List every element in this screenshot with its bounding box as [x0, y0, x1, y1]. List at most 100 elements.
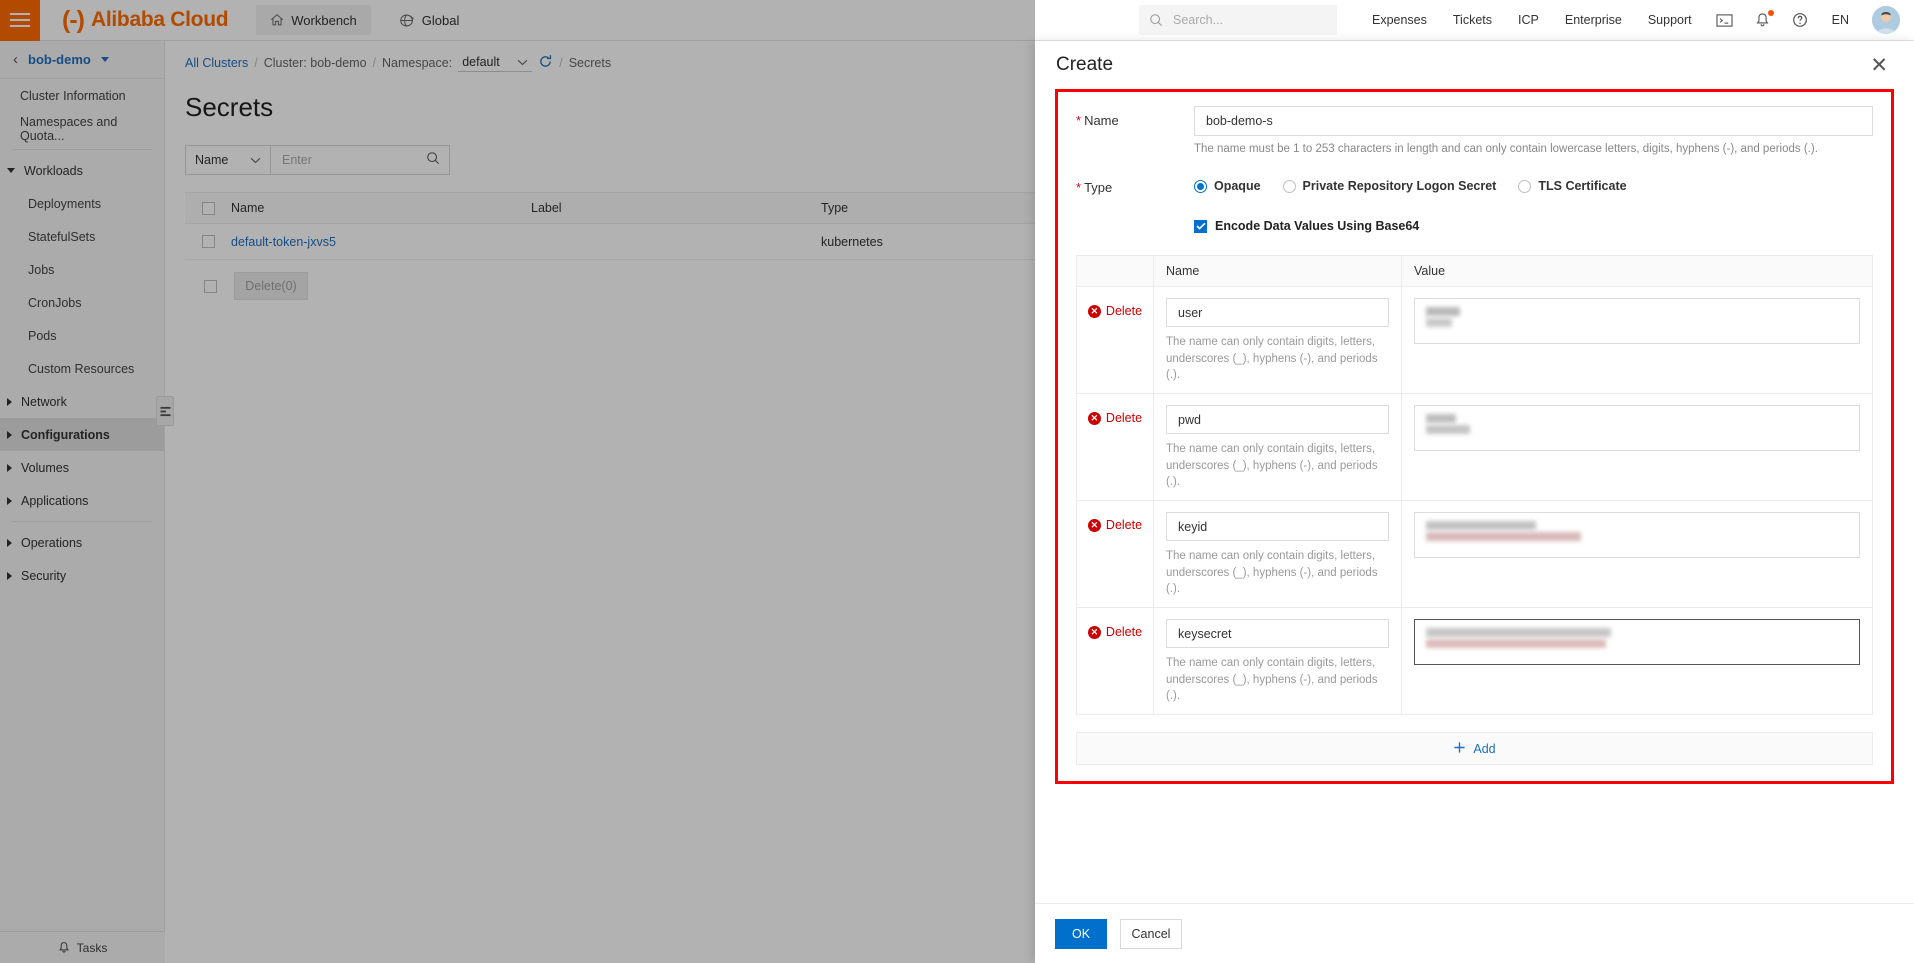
ok-button[interactable]: OK — [1055, 918, 1107, 949]
sidebar-cluster-selector[interactable]: ‹ bob-demo — [0, 41, 164, 79]
sidebar-item-cluster-information[interactable]: Cluster Information — [0, 79, 164, 112]
row-checkbox[interactable] — [201, 235, 215, 248]
delete-row-button[interactable]: ✕ Delete — [1087, 625, 1142, 639]
data-key-input[interactable] — [1166, 512, 1389, 542]
sidebar-item-cronjobs[interactable]: CronJobs — [0, 286, 164, 319]
alibaba-cloud-logo[interactable]: (-) Alibaba Cloud — [62, 7, 229, 33]
data-row-value-cell — [1401, 608, 1872, 715]
delete-row-button[interactable]: ✕ Delete — [1087, 411, 1142, 425]
sidebar-group-volumes[interactable]: Volumes — [0, 451, 164, 484]
user-avatar[interactable] — [1872, 6, 1900, 34]
filter-search-box[interactable] — [270, 145, 450, 175]
data-value-input[interactable] — [1414, 619, 1860, 666]
sidebar-group-workloads[interactable]: Workloads — [0, 154, 164, 187]
back-chevron-icon[interactable]: ‹ — [13, 51, 18, 68]
search-icon[interactable] — [426, 151, 440, 170]
help-icon[interactable] — [1781, 12, 1819, 28]
language-selector[interactable]: EN — [1819, 13, 1862, 27]
select-all-checkbox-cell — [185, 201, 231, 215]
refresh-icon[interactable] — [538, 54, 553, 72]
left-sidebar: ‹ bob-demo Cluster Information Namespace… — [0, 41, 174, 963]
radio-label-private-repository: Private Repository Logon Secret — [1302, 179, 1497, 193]
nav-global[interactable]: Global — [393, 5, 466, 35]
nav-workbench[interactable]: Workbench — [256, 5, 371, 35]
brand-text: Alibaba Cloud — [90, 8, 229, 31]
required-marker: * — [1076, 180, 1082, 195]
sidebar-item-deployments[interactable]: Deployments — [0, 187, 164, 220]
sidebar-group-network-label: Network — [21, 394, 67, 409]
bell-icon[interactable] — [1744, 10, 1781, 28]
sidebar-item-jobs[interactable]: Jobs — [0, 253, 164, 286]
namespace-dropdown[interactable]: default — [458, 54, 533, 72]
data-row-actions-cell: ✕ Delete — [1077, 501, 1153, 607]
data-key-helper-text: The name can only contain digits, letter… — [1166, 443, 1378, 489]
delete-row-button[interactable]: ✕ Delete — [1087, 518, 1142, 532]
encode-base64-checkbox-row[interactable]: Encode Data Values Using Base64 — [1194, 193, 1873, 233]
nav-link-support[interactable]: Support — [1635, 13, 1705, 27]
redacted-value — [1426, 521, 1848, 542]
cancel-button[interactable]: Cancel — [1120, 918, 1182, 949]
sidebar-item-statefulsets[interactable]: StatefulSets — [0, 220, 164, 253]
breadcrumb-cluster[interactable]: Cluster: bob-demo — [264, 56, 367, 70]
bulk-delete-button[interactable]: Delete(0) — [234, 272, 308, 300]
radio-indicator-opaque[interactable] — [1194, 179, 1207, 193]
global-search[interactable] — [1138, 5, 1337, 35]
sidebar-tasks-button[interactable]: Tasks — [0, 931, 165, 963]
field-type-control: Opaque Private Repository Logon Secret T… — [1194, 173, 1873, 233]
delete-row-button[interactable]: ✕ Delete — [1087, 304, 1142, 318]
data-key-input[interactable] — [1166, 405, 1389, 435]
nav-link-icp[interactable]: ICP — [1505, 13, 1552, 27]
filter-search-input[interactable] — [280, 152, 418, 168]
top-navigation-bar: (-) Alibaba Cloud Workbench Global Expen… — [0, 0, 1914, 41]
radio-indicator-private-repository[interactable] — [1282, 179, 1296, 193]
radio-indicator-tls-certificate[interactable] — [1518, 179, 1532, 193]
filter-field-select[interactable]: Name — [185, 145, 270, 175]
encode-base64-checkbox[interactable] — [1194, 219, 1207, 233]
redacted-value — [1426, 414, 1848, 435]
sidebar-group-operations[interactable]: Operations — [0, 526, 164, 559]
nav-link-tickets[interactable]: Tickets — [1440, 13, 1505, 27]
search-input[interactable] — [1170, 12, 1327, 28]
sidebar-group-network[interactable]: Network — [0, 385, 164, 418]
data-row-actions-cell: ✕ Delete — [1077, 287, 1153, 393]
data-value-input[interactable] — [1414, 405, 1860, 452]
sidebar-group-configurations[interactable]: Configurations — [0, 418, 164, 451]
data-key-input[interactable] — [1166, 619, 1389, 649]
sidebar-group-applications[interactable]: Applications — [0, 484, 164, 517]
nav-link-enterprise[interactable]: Enterprise — [1552, 13, 1635, 27]
add-data-row-label: Add — [1473, 741, 1496, 756]
triangle-right-icon — [7, 430, 12, 439]
secret-data-row: ✕ Delete The name can only contain digit… — [1077, 501, 1872, 609]
hamburger-menu-icon[interactable] — [0, 0, 40, 41]
sidebar-item-namespaces-and-quotas[interactable]: Namespaces and Quota... — [0, 112, 164, 145]
radio-option-opaque[interactable]: Opaque — [1194, 179, 1261, 193]
radio-option-private-repository-logon-secret[interactable]: Private Repository Logon Secret — [1282, 179, 1497, 193]
bulk-select-checkbox[interactable] — [204, 279, 217, 293]
field-name-label-text: Name — [1084, 113, 1119, 128]
console-icon[interactable] — [1705, 13, 1744, 28]
add-data-row-button[interactable]: Add — [1076, 732, 1873, 766]
close-icon[interactable]: ✕ — [1870, 55, 1888, 76]
chevron-down-icon — [250, 153, 261, 167]
secret-name-input[interactable] — [1194, 106, 1873, 136]
sidebar-collapse-handle[interactable] — [156, 396, 174, 426]
redacted-value — [1426, 307, 1848, 327]
bell-icon — [58, 941, 70, 954]
data-column-header-value: Value — [1401, 256, 1872, 286]
secret-name-link[interactable]: default-token-jxvs5 — [231, 235, 336, 249]
sidebar-item-pods[interactable]: Pods — [0, 319, 164, 352]
namespace-dropdown-value: default — [462, 55, 500, 69]
sidebar-group-security[interactable]: Security — [0, 559, 164, 592]
data-key-helper-text: The name can only contain digits, letter… — [1166, 336, 1378, 382]
data-value-input[interactable] — [1414, 298, 1860, 344]
data-value-input[interactable] — [1414, 512, 1860, 559]
breadcrumb-all-clusters[interactable]: All Clusters — [185, 56, 248, 70]
data-key-input[interactable] — [1166, 298, 1389, 327]
nav-link-expenses[interactable]: Expenses — [1359, 13, 1440, 27]
field-type-label-text: Type — [1084, 180, 1113, 195]
radio-option-tls-certificate[interactable]: TLS Certificate — [1518, 179, 1627, 193]
select-all-checkbox[interactable] — [201, 201, 215, 215]
sidebar-group-security-label: Security — [21, 568, 67, 583]
top-nav-right-group: Expenses Tickets ICP Enterprise Support … — [1138, 5, 1914, 35]
sidebar-item-custom-resources[interactable]: Custom Resources — [0, 352, 164, 385]
